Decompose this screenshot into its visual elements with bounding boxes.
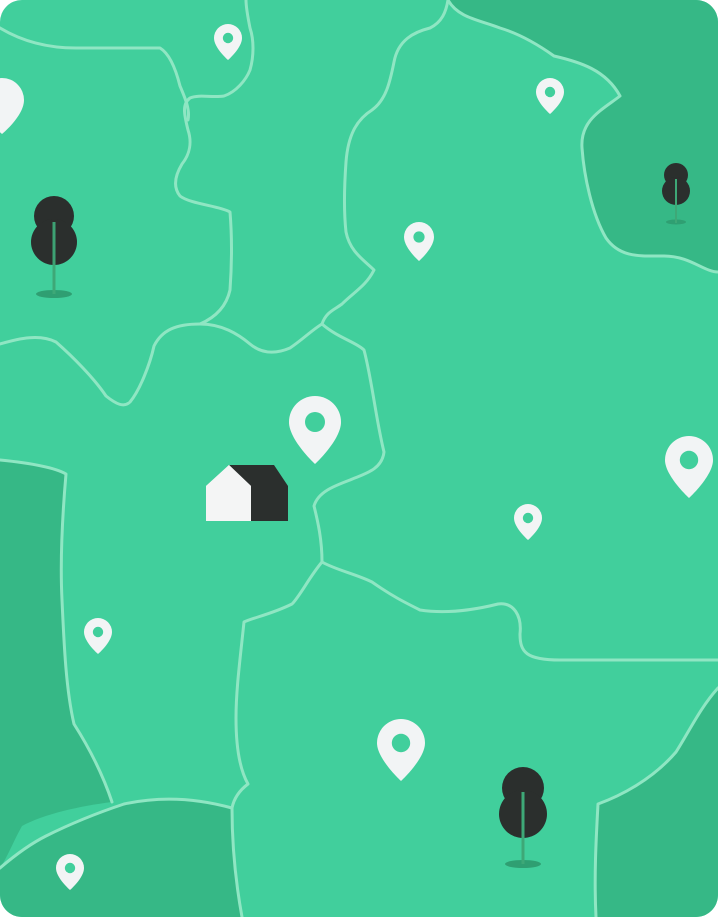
pin-hole <box>413 231 425 243</box>
map-container[interactable] <box>0 0 718 917</box>
pin-hole <box>679 450 699 470</box>
pin-hole <box>222 32 234 44</box>
pin-hole <box>544 86 556 98</box>
pin-hole <box>305 412 325 432</box>
pin-hole <box>92 626 104 638</box>
pin-hole <box>522 512 534 524</box>
map-canvas[interactable] <box>0 0 718 917</box>
pin-hole <box>391 733 411 753</box>
pin-hole <box>64 862 76 874</box>
